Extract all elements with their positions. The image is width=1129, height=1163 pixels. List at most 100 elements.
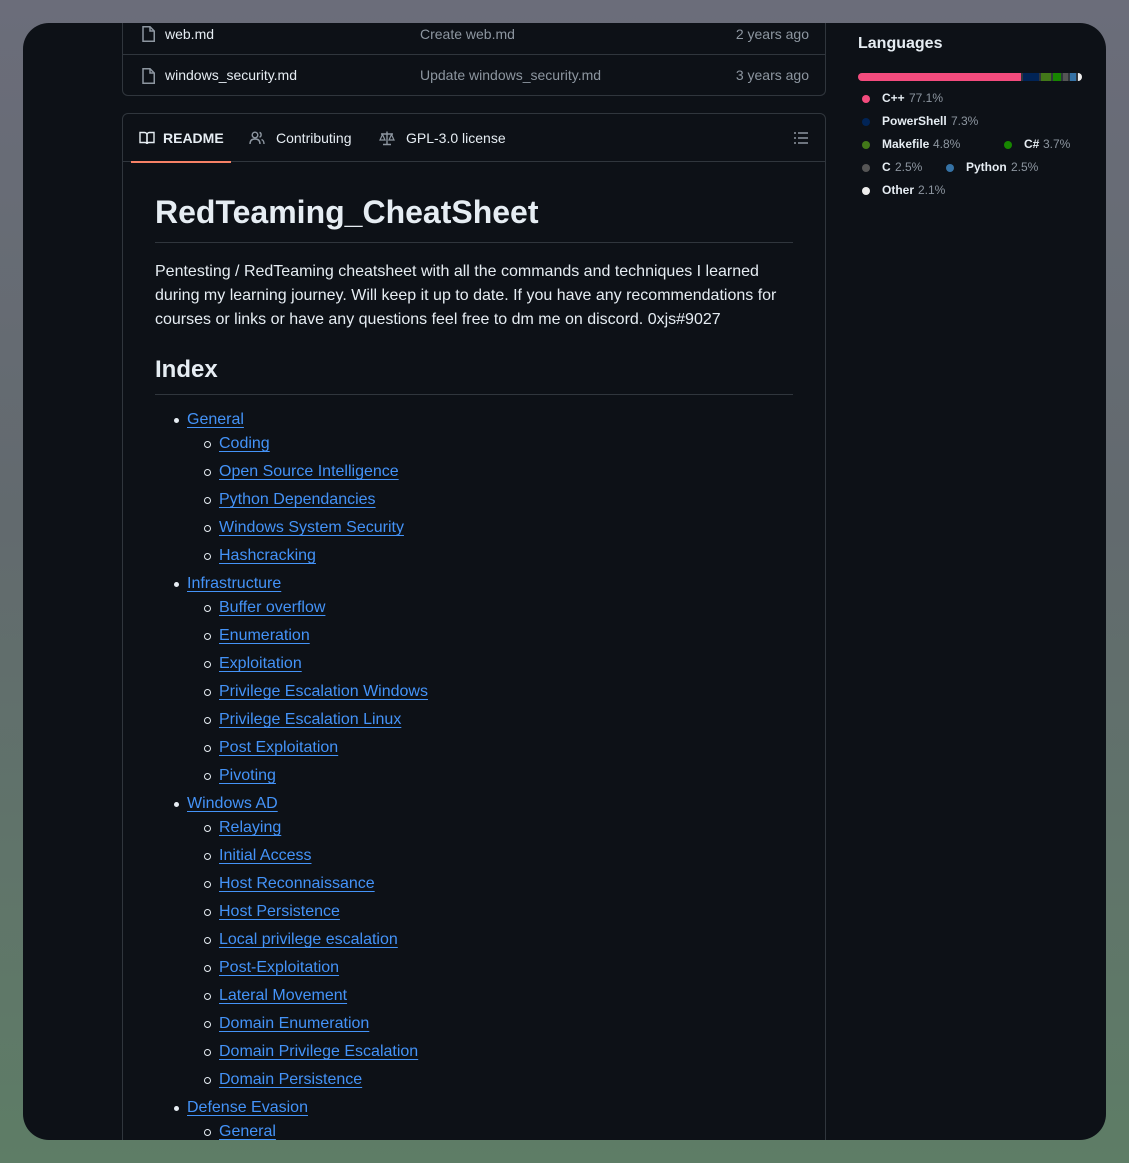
index-link[interactable]: Privilege Escalation Linux [219, 708, 401, 732]
index-link[interactable]: Infrastructure [187, 572, 281, 596]
index-link[interactable]: Relaying [219, 816, 281, 840]
index-link[interactable]: Buffer overflow [219, 596, 325, 620]
index-link[interactable]: Python Dependancies [219, 488, 376, 512]
list-bullet [204, 1077, 211, 1084]
index-link[interactable]: Post Exploitation [219, 736, 338, 760]
language-percent: 2.5% [895, 160, 923, 174]
list-bullet [204, 825, 211, 832]
tab-contributing[interactable]: Contributing [241, 114, 359, 161]
index-link[interactable]: Host Persistence [219, 900, 340, 924]
list-bullet [204, 525, 211, 532]
browser-window: web.md Create web.md 2 years ago windows… [23, 23, 1106, 1140]
language-name: Python [966, 160, 1007, 174]
list-bullet [204, 881, 211, 888]
language-percent: 7.3% [951, 114, 979, 128]
list-bullet [174, 1106, 179, 1111]
file-name[interactable]: windows_security.md [165, 67, 297, 83]
index-link[interactable]: Domain Privilege Escalation [219, 1040, 418, 1064]
list-bullet [204, 469, 211, 476]
list-bullet [204, 993, 211, 1000]
file-row[interactable]: web.md Create web.md 2 years ago [123, 23, 825, 55]
list-bullet [204, 773, 211, 780]
language-name: C++ [882, 91, 905, 105]
index-link[interactable]: Lateral Movement [219, 984, 347, 1008]
languages-title: Languages [858, 35, 943, 52]
tab-label: Contributing [276, 130, 352, 146]
list-bullet [204, 553, 211, 560]
commit-age: 3 years ago [735, 67, 809, 83]
language-name: Other [882, 183, 915, 197]
index-link[interactable]: Privilege Escalation Windows [219, 680, 428, 704]
tab-license[interactable]: GPL-3.0 license [371, 114, 511, 161]
language-bar-segment [1077, 73, 1082, 81]
index-link[interactable]: Domain Persistence [219, 1068, 362, 1092]
language-bar-segment [858, 73, 1022, 81]
file-icon [142, 68, 155, 84]
file-name[interactable]: web.md [165, 26, 214, 42]
list-bullet [204, 937, 211, 944]
commit-age: 2 years ago [735, 26, 809, 42]
law-icon [379, 131, 395, 146]
language-color-dot [862, 164, 870, 172]
language-name: C# [1024, 137, 1040, 151]
file-table: web.md Create web.md 2 years ago windows… [122, 23, 826, 96]
index-link[interactable]: Open Source Intelligence [219, 460, 399, 484]
list-bullet [204, 1129, 211, 1136]
list-bullet [204, 909, 211, 916]
file-row[interactable]: windows_security.md Update windows_secur… [123, 55, 825, 95]
commit-message[interactable]: Update windows_security.md [420, 67, 601, 83]
index-link[interactable]: Defense Evasion [187, 1096, 308, 1120]
people-icon [249, 131, 265, 145]
index-link[interactable]: Exploitation [219, 652, 302, 676]
list-bullet [204, 497, 211, 504]
readme-intro: Pentesting / RedTeaming cheatsheet with … [155, 263, 777, 328]
list-bullet [204, 661, 211, 668]
index-link[interactable]: Coding [219, 432, 270, 456]
index-link[interactable]: Pivoting [219, 764, 276, 788]
index-link[interactable]: General [219, 1120, 276, 1140]
language-percent: 3.7% [1043, 137, 1071, 151]
index-link[interactable]: Windows System Security [219, 516, 404, 540]
language-name: Makefile [882, 137, 930, 151]
list-bullet [204, 1021, 211, 1028]
index-link[interactable]: Domain Enumeration [219, 1012, 369, 1036]
list-bullet [204, 441, 211, 448]
readme-panel: README Contributing GPL-3.0 license RedT… [122, 113, 826, 1140]
language-percent: 77.1% [909, 91, 944, 105]
list-bullet [204, 605, 211, 612]
language-color-dot [862, 141, 870, 149]
language-bar-segment [1040, 73, 1052, 81]
list-bullet [204, 853, 211, 860]
languages-bar [858, 73, 1082, 81]
language-color-dot [862, 95, 870, 103]
readme-tabs: README Contributing GPL-3.0 license [123, 114, 825, 163]
list-bullet [204, 745, 211, 752]
language-bar-segment [1070, 73, 1076, 81]
index-link[interactable]: Hashcracking [219, 544, 316, 568]
index-link[interactable]: General [187, 408, 244, 432]
list-bullet [204, 633, 211, 640]
outline-list-icon[interactable] [793, 130, 809, 146]
list-bullet [174, 418, 179, 423]
tab-label: README [163, 130, 224, 146]
index-link[interactable]: Enumeration [219, 624, 310, 648]
index-link[interactable]: Local privilege escalation [219, 928, 398, 952]
index-heading: Index [155, 354, 793, 395]
index-link[interactable]: Post-Exploitation [219, 956, 339, 980]
language-color-dot [862, 118, 870, 126]
tab-readme[interactable]: README [131, 114, 231, 163]
book-icon [139, 131, 155, 145]
tab-label: GPL-3.0 license [406, 130, 506, 146]
language-name: PowerShell [882, 114, 947, 128]
commit-message[interactable]: Create web.md [420, 26, 515, 42]
language-percent: 4.8% [933, 137, 961, 151]
list-bullet [204, 1049, 211, 1056]
language-bar-segment [1053, 73, 1061, 81]
language-color-dot [946, 164, 954, 172]
index-link[interactable]: Windows AD [187, 792, 278, 816]
file-icon [142, 26, 155, 42]
index-link[interactable]: Host Reconnaissance [219, 872, 375, 896]
language-bar-segment [1023, 73, 1039, 81]
index-link[interactable]: Initial Access [219, 844, 311, 868]
list-bullet [204, 965, 211, 972]
